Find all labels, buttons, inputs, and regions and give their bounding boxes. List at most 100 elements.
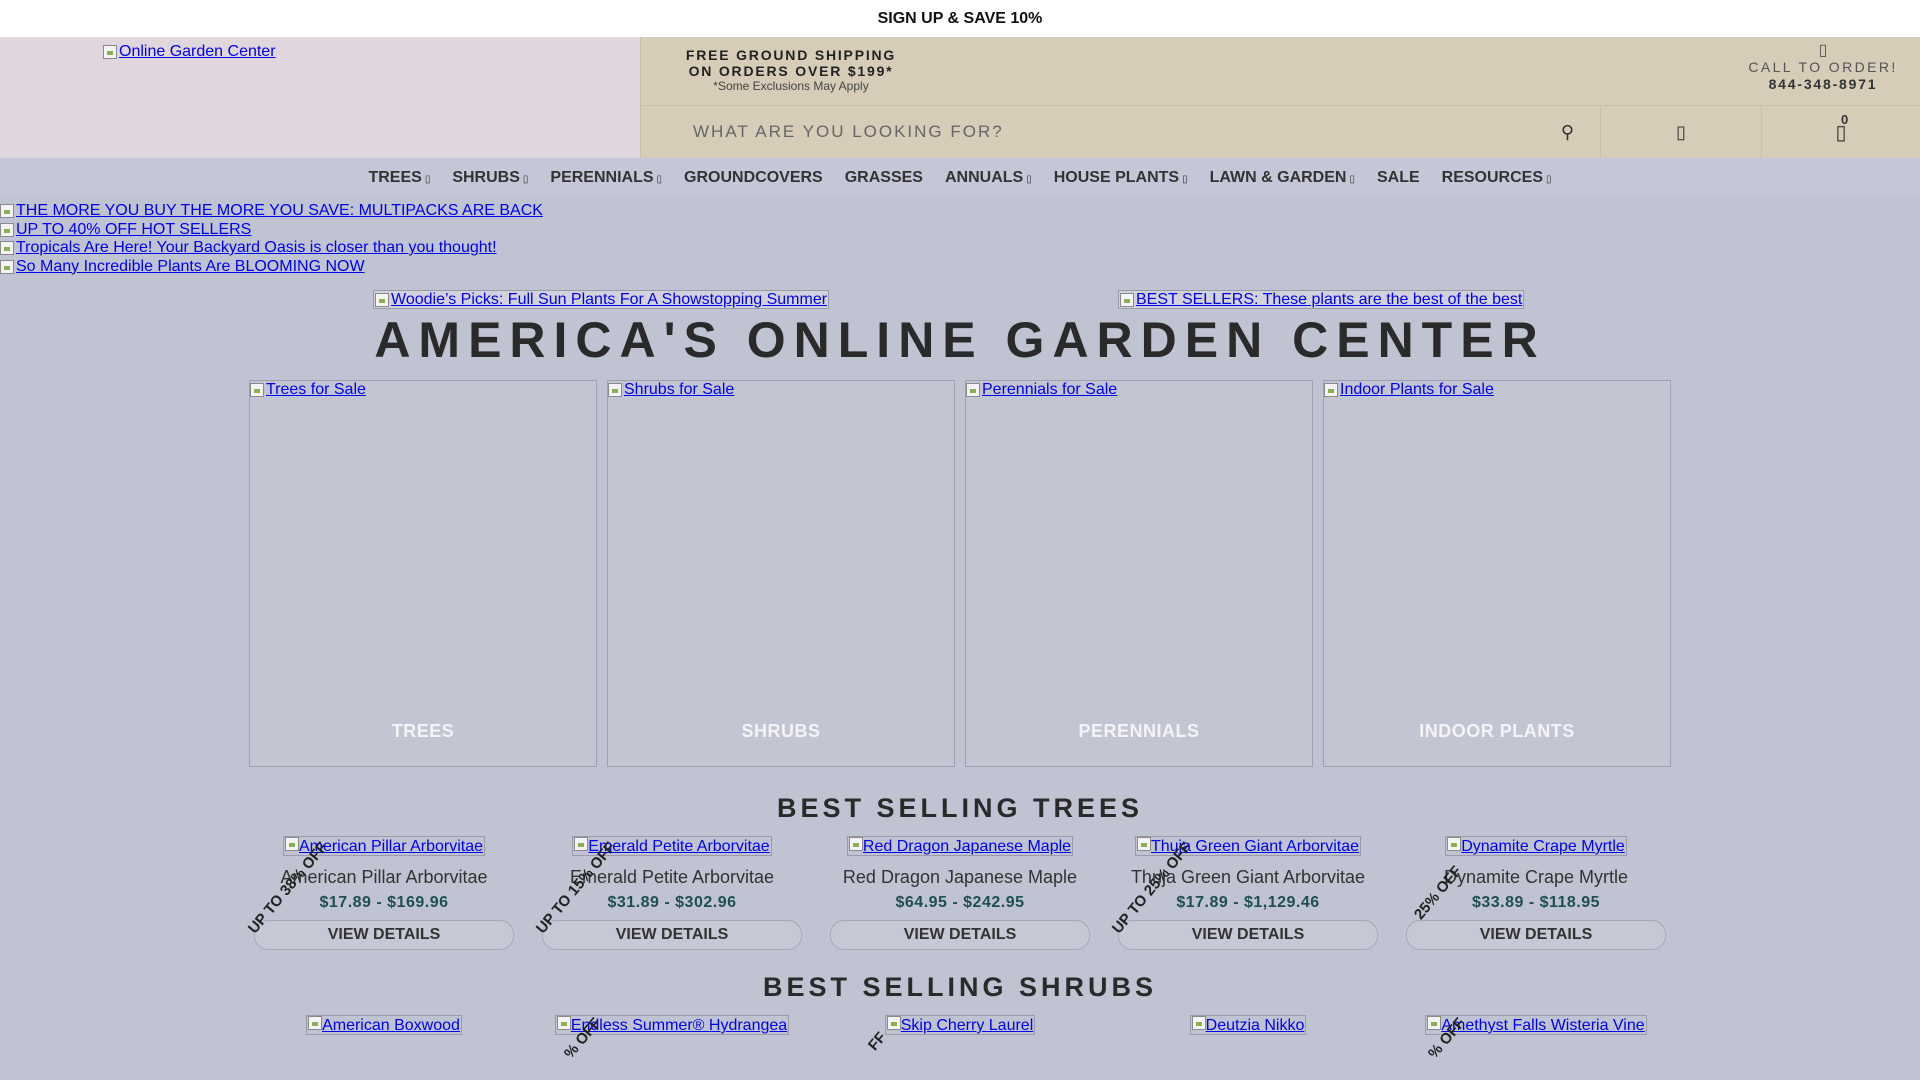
product-image[interactable]: Deutzia Nikko <box>1189 1015 1307 1035</box>
broken-image-icon <box>1191 1016 1206 1030</box>
view-details-button[interactable]: VIEW DETAILS <box>542 920 802 950</box>
product-image[interactable]: American Boxwood <box>306 1015 462 1035</box>
broken-image-icon <box>103 45 117 59</box>
nav-item-trees[interactable]: TREES ▯ <box>357 169 441 187</box>
category-image[interactable]: Trees for Sale <box>250 381 366 399</box>
view-details-button[interactable]: VIEW DETAILS <box>830 920 1090 950</box>
product-card: Endless Summer® Hydrangea % OFF <box>538 1015 806 1062</box>
nav-item-annuals[interactable]: ANNUALS ▯ <box>934 169 1043 187</box>
logo-alt-text: Online Garden Center <box>119 43 276 60</box>
nav-item-lawn-garden[interactable]: LAWN & GARDEN ▯ <box>1199 169 1366 187</box>
chevron-down-icon: ▯ <box>1026 173 1032 185</box>
broken-image-icon <box>0 241 14 256</box>
logo-area: Online Garden Center <box>0 37 640 158</box>
cart-button[interactable]: 0 ▯ <box>1762 106 1920 158</box>
broken-image-icon <box>1120 292 1134 307</box>
category-cards: Trees for Sale TREES Shrubs for Sale SHR… <box>0 380 1920 767</box>
site-header: Online Garden Center FREE GROUND SHIPPIN… <box>0 37 1920 158</box>
broken-image-icon <box>574 837 589 851</box>
product-image[interactable]: Red Dragon Japanese Maple <box>846 836 1074 856</box>
category-label[interactable]: PERENNIALS <box>966 721 1312 742</box>
nav-item-shrubs[interactable]: SHRUBS ▯ <box>441 169 539 187</box>
nav-label: RESOURCES <box>1441 168 1544 186</box>
chevron-down-icon: ▯ <box>1546 173 1552 185</box>
nav-item-groundcovers[interactable]: GROUNDCOVERS <box>673 169 834 187</box>
product-image-alt: Amethyst Falls Wisteria Vine <box>1441 1017 1645 1034</box>
call-to-order[interactable]: ▯ CALL TO ORDER! 844-348-8971 <box>1748 37 1920 93</box>
site-logo[interactable]: Online Garden Center <box>103 43 276 61</box>
broken-image-icon <box>1447 837 1462 851</box>
phone-number[interactable]: 844-348-8971 <box>1748 75 1898 93</box>
nav-item-grasses[interactable]: GRASSES <box>834 169 934 187</box>
product-image-alt: Dynamite Crape Myrtle <box>1461 838 1625 855</box>
account-button[interactable]: ▯ <box>1601 106 1762 158</box>
user-icon: ▯ <box>1676 121 1686 142</box>
search-icon[interactable]: ⚲ <box>1561 122 1574 143</box>
view-details-button[interactable]: VIEW DETAILS <box>1406 920 1666 950</box>
product-card: Deutzia Nikko <box>1114 1015 1382 1035</box>
nav-item-resources[interactable]: RESOURCES ▯ <box>1431 169 1563 187</box>
category-card-perennials[interactable]: Perennials for Sale PERENNIALS <box>965 380 1313 767</box>
nav-item-perennials[interactable]: PERENNIALS ▯ <box>539 169 673 187</box>
view-details-button[interactable]: VIEW DETAILS <box>1118 920 1378 950</box>
promo-link-tropicals[interactable]: Tropicals Are Here! Your Backyard Oasis … <box>0 239 497 258</box>
product-price: $64.95 - $242.95 <box>895 894 1025 911</box>
nav-label: TREES <box>368 168 422 186</box>
nav-label: LAWN & GARDEN <box>1209 168 1347 186</box>
broken-image-icon <box>608 383 622 397</box>
broken-image-icon <box>250 383 264 397</box>
category-label[interactable]: TREES <box>250 721 596 742</box>
chevron-down-icon: ▯ <box>424 173 431 185</box>
signup-banner-text[interactable]: SIGN UP & SAVE 10% <box>878 10 1043 27</box>
product-card: Emerald Petite Arborvitae UP TO 15% OFF … <box>533 836 806 950</box>
category-image-alt: Perennials for Sale <box>982 381 1118 398</box>
feature-best-sellers[interactable]: BEST SELLERS: These plants are the best … <box>1118 290 1525 309</box>
section-title-best-trees: BEST SELLING TREES <box>776 793 1144 823</box>
product-card: American Boxwood <box>250 1015 518 1035</box>
category-label[interactable]: INDOOR PLANTS <box>1324 721 1670 742</box>
chevron-down-icon: ▯ <box>1349 173 1355 185</box>
product-name[interactable]: Red Dragon Japanese Maple <box>826 866 1094 888</box>
shipping-line-2: ON ORDERS OVER $199* <box>688 63 894 79</box>
category-card-shrubs[interactable]: Shrubs for Sale SHRUBS <box>607 380 955 767</box>
nav-label: SALE <box>1376 168 1420 186</box>
promo-links: THE MORE YOU BUY THE MORE YOU SAVE: MULT… <box>0 197 1920 276</box>
best-trees-list: American Pillar Arborvitae UP TO 38% OFF… <box>0 836 1920 950</box>
nav-label: GRASSES <box>844 168 923 186</box>
promo-link-multipacks[interactable]: THE MORE YOU BUY THE MORE YOU SAVE: MULT… <box>0 202 543 221</box>
category-image[interactable]: Shrubs for Sale <box>608 381 734 399</box>
nav-label: PERENNIALS <box>550 168 654 186</box>
header-tools: ⚲ ▯ 0 ▯ <box>640 106 1920 158</box>
header-right: FREE GROUND SHIPPING ON ORDERS OVER $199… <box>640 37 1920 158</box>
chevron-down-icon: ▯ <box>1182 173 1188 185</box>
product-image-alt: Deutzia Nikko <box>1205 1017 1305 1034</box>
product-card: Red Dragon Japanese Maple Red Dragon Jap… <box>826 836 1094 950</box>
product-image-alt: American Boxwood <box>322 1017 460 1034</box>
category-image[interactable]: Indoor Plants for Sale <box>1324 381 1494 399</box>
category-image-alt: Shrubs for Sale <box>624 381 735 398</box>
feature-woodies-picks[interactable]: Woodie’s Picks: Full Sun Plants For A Sh… <box>373 290 830 309</box>
search-input[interactable] <box>691 121 1495 143</box>
category-card-trees[interactable]: Trees for Sale TREES <box>249 380 597 767</box>
category-card-indoor-plants[interactable]: Indoor Plants for Sale INDOOR PLANTS <box>1323 380 1671 767</box>
view-details-button[interactable]: VIEW DETAILS <box>254 920 514 950</box>
broken-image-icon <box>848 837 863 851</box>
promo-text: So Many Incredible Plants Are BLOOMING N… <box>16 257 365 275</box>
product-card: Skip Cherry Laurel FF <box>826 1015 1094 1054</box>
product-image-alt: Skip Cherry Laurel <box>900 1017 1034 1034</box>
promo-link-hot-sellers[interactable]: UP TO 40% OFF HOT SELLERS <box>0 221 251 240</box>
broken-image-icon <box>556 1016 571 1030</box>
category-image-alt: Trees for Sale <box>266 381 366 398</box>
broken-image-icon <box>0 204 14 219</box>
product-image[interactable]: Skip Cherry Laurel <box>884 1015 1036 1035</box>
nav-item-sale[interactable]: SALE <box>1366 169 1431 187</box>
product-card: Thuja Green Giant Arborvitae UP TO 25% O… <box>1109 836 1382 950</box>
shipping-line-1: FREE GROUND SHIPPING <box>685 47 897 63</box>
promo-link-blooming[interactable]: So Many Incredible Plants Are BLOOMING N… <box>0 258 365 277</box>
signup-banner[interactable]: SIGN UP & SAVE 10% <box>0 0 1920 37</box>
category-image[interactable]: Perennials for Sale <box>966 381 1117 399</box>
broken-image-icon <box>1136 837 1151 851</box>
nav-item-house-plants[interactable]: HOUSE PLANTS ▯ <box>1043 169 1199 187</box>
category-label[interactable]: SHRUBS <box>608 721 954 742</box>
product-image[interactable]: Dynamite Crape Myrtle <box>1445 836 1627 856</box>
